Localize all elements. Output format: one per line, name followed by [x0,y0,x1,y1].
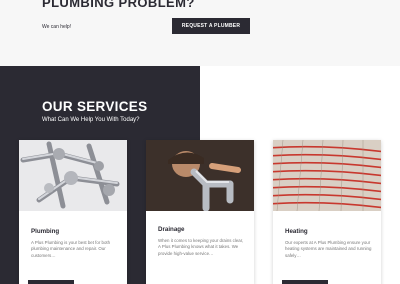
read-more-button[interactable] [28,280,74,284]
card-text: Our experts at A Plus Plumbing ensure yo… [285,240,372,258]
read-more-button[interactable] [282,280,328,284]
card-title: Drainage [158,226,185,233]
card-title: Heating [285,228,308,235]
card-title: Plumbing [31,228,60,235]
card-text: When it comes to keeping your drains cle… [158,238,244,256]
heating-image [273,140,381,211]
services-subtitle: What Can We Help You With Today? [42,117,140,123]
service-card-drainage[interactable]: Drainage When it comes to keeping your d… [146,140,254,284]
hero-subtitle: We can help! [42,24,72,30]
drainage-image [146,140,254,211]
hero-section: PLUMBING PROBLEM? We can help! REQUEST A… [0,0,400,66]
request-plumber-button[interactable]: REQUEST A PLUMBER [172,18,250,34]
service-card-heating[interactable]: Heating Our experts at A Plus Plumbing e… [273,140,381,284]
hero-title: PLUMBING PROBLEM? [42,0,195,10]
services-title: OUR SERVICES [42,99,148,114]
plumbing-image [19,140,127,211]
service-card-plumbing[interactable]: Plumbing A Plus Plumbing is your best be… [19,140,127,284]
card-text: A Plus Plumbing is your best bet for bot… [31,240,111,258]
